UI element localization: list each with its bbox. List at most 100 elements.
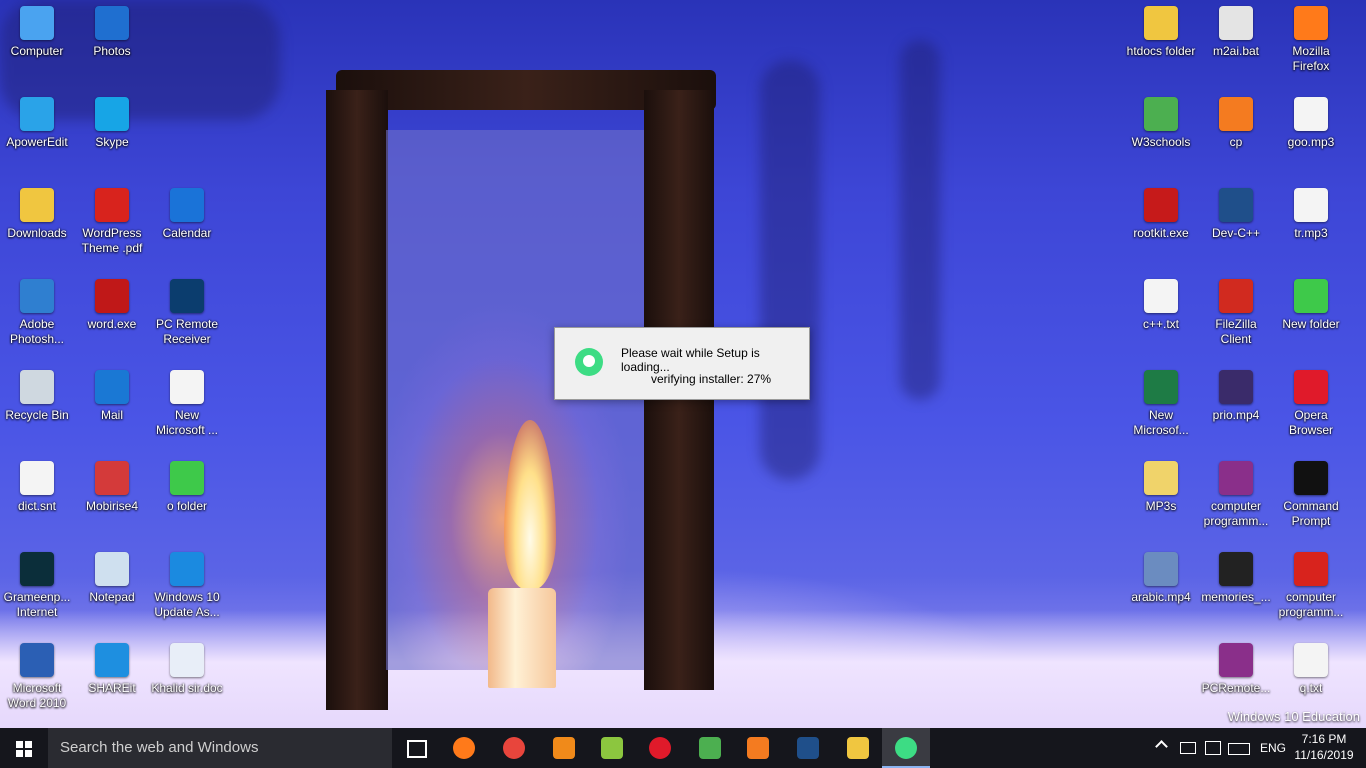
calendar-icon: [170, 188, 204, 222]
windows-logo-icon: [25, 750, 32, 757]
desktop-icon[interactable]: prio.mp4: [1199, 364, 1273, 423]
windows-update-icon: [170, 552, 204, 586]
desktop-icon[interactable]: Windows 10 Update As...: [150, 546, 224, 620]
desktop-icon[interactable]: q.txt: [1274, 637, 1348, 696]
desktop-icon-label: m2ai.bat: [1212, 44, 1260, 58]
desktop-icon[interactable]: dict.snt: [0, 455, 74, 514]
desktop-icon[interactable]: SHAREit: [75, 637, 149, 696]
desktop-icon[interactable]: Notepad: [75, 546, 149, 605]
desktop-icon-label: Mozilla Firefox: [1292, 44, 1330, 73]
desktop-icon[interactable]: Recycle Bin: [0, 364, 74, 423]
xampp-icon: [747, 737, 769, 759]
desktop-icon[interactable]: MP3s: [1124, 455, 1198, 514]
desktop-icon-label: Recycle Bin: [5, 408, 69, 422]
taskbar-app-button[interactable]: [540, 728, 588, 768]
dialog-message: Please wait while Setup is loading...: [621, 346, 760, 374]
desktop-icon[interactable]: W3schools: [1124, 91, 1198, 150]
desktop-icon[interactable]: htdocs folder: [1124, 0, 1198, 59]
windows-logo-icon: [16, 741, 23, 748]
downloads-folder-icon: [20, 188, 54, 222]
desktop-icon[interactable]: word.exe: [75, 273, 149, 332]
desktop-icon[interactable]: c++.txt: [1124, 273, 1198, 332]
mp3-folder-icon: [1144, 461, 1178, 495]
sublime-text-icon: [553, 737, 575, 759]
search-box[interactable]: Search the web and Windows: [48, 728, 392, 768]
desktop-icon[interactable]: FileZilla Client: [1199, 273, 1273, 347]
desktop-icon[interactable]: Adobe Photosh...: [0, 273, 74, 347]
desktop-icon-label: Mail: [100, 408, 123, 422]
desktop-icon[interactable]: Dev-C++: [1199, 182, 1273, 241]
recycle-bin-icon: [20, 370, 54, 404]
winrar-icon: [1219, 461, 1253, 495]
action-center-icon[interactable]: [1202, 728, 1222, 768]
taskbar-app-button[interactable]: [392, 728, 440, 768]
desktop-icon[interactable]: goo.mp3: [1274, 91, 1348, 150]
desktop-icon-label: WordPress Theme .pdf: [81, 226, 143, 255]
excel-icon: [1144, 370, 1178, 404]
desktop-icon-label: computer programm...: [1203, 499, 1269, 528]
desktop-icon[interactable]: cp: [1199, 91, 1273, 150]
desktop-icon[interactable]: Mozilla Firefox: [1274, 0, 1348, 74]
network-icon[interactable]: [1178, 728, 1198, 768]
desktop-icon-label: Notepad: [89, 590, 135, 604]
text-file-icon: [1294, 643, 1328, 677]
cmd-icon: [1294, 461, 1328, 495]
task-view-icon: [407, 740, 427, 758]
file-icon: [20, 461, 54, 495]
desktop-icon-label: Dev-C++: [1211, 226, 1261, 240]
desktop-icon[interactable]: tr.mp3: [1274, 182, 1348, 241]
desktop-icon[interactable]: computer programm...: [1274, 546, 1348, 620]
desktop-icon-label: Adobe Photosh...: [9, 317, 65, 346]
desktop-icon-label: Skype: [95, 135, 129, 149]
desktop-icon[interactable]: Mail: [75, 364, 149, 423]
desktop-icon[interactable]: Mobirise4: [75, 455, 149, 514]
mp3-icon: [1294, 188, 1328, 222]
desktop-icon[interactable]: memories_...: [1199, 546, 1273, 605]
taskbar-app-button[interactable]: [834, 728, 882, 768]
desktop-icon[interactable]: WordPress Theme .pdf: [75, 182, 149, 256]
desktop-icon[interactable]: Opera Browser: [1274, 364, 1348, 438]
desktop-icon[interactable]: Calendar: [150, 182, 224, 241]
desktop-icon[interactable]: Photos: [75, 0, 149, 59]
desktop-icon[interactable]: m2ai.bat: [1199, 0, 1273, 59]
desktop-icon[interactable]: New Microsof...: [1124, 364, 1198, 438]
language-indicator[interactable]: ENG: [1260, 728, 1286, 768]
taskbar-app-button[interactable]: [636, 728, 684, 768]
taskbar-app-button[interactable]: [882, 728, 930, 768]
taskbar-app-button[interactable]: [734, 728, 782, 768]
desktop-icon[interactable]: Microsoft Word 2010: [0, 637, 74, 711]
taskbar-app-button[interactable]: [784, 728, 832, 768]
desktop-icon[interactable]: arabic.mp4: [1124, 546, 1198, 605]
clock[interactable]: 7:16 PM 11/16/2019: [1292, 731, 1356, 763]
taskbar-app-button[interactable]: [440, 728, 488, 768]
desktop-icon[interactable]: Skype: [75, 91, 149, 150]
desktop-icon[interactable]: Computer: [0, 0, 74, 59]
desktop-icon-label: SHAREit: [88, 681, 136, 695]
desktop-icon[interactable]: New Microsoft ...: [150, 364, 224, 438]
desktop-icon[interactable]: PC Remote Receiver: [150, 273, 224, 347]
xampp-icon: [1219, 97, 1253, 131]
show-hidden-icons-button[interactable]: [1154, 728, 1170, 768]
firefox-icon: [1294, 6, 1328, 40]
desktop-icon[interactable]: Khalid sir.doc: [150, 637, 224, 696]
desktop-icon-label: PC Remote Receiver: [155, 317, 219, 346]
desktop-icon[interactable]: Downloads: [0, 182, 74, 241]
taskbar-app-button[interactable]: [686, 728, 734, 768]
desktop-icon[interactable]: New folder: [1274, 273, 1348, 332]
desktop-icon[interactable]: rootkit.exe: [1124, 182, 1198, 241]
desktop-icon[interactable]: PCRemote...: [1199, 637, 1273, 696]
start-button[interactable]: [0, 728, 48, 768]
photoshop-icon: [20, 279, 54, 313]
desktop-icon-label: New folder: [1282, 317, 1340, 331]
taskbar-app-button[interactable]: [490, 728, 538, 768]
desktop-icon[interactable]: ApowerEdit: [0, 91, 74, 150]
setup-loading-dialog[interactable]: Please wait while Setup is loading... ve…: [554, 327, 810, 400]
desktop-icon-label: c++.txt: [1142, 317, 1180, 331]
keyboard-icon[interactable]: [1226, 728, 1252, 768]
desktop-icon[interactable]: o folder: [150, 455, 224, 514]
desktop-icon[interactable]: computer programm...: [1199, 455, 1273, 529]
desktop-icon[interactable]: Grameenp... Internet: [0, 546, 74, 620]
mail-icon: [95, 370, 129, 404]
desktop-icon[interactable]: Command Prompt: [1274, 455, 1348, 529]
taskbar-app-button[interactable]: [588, 728, 636, 768]
